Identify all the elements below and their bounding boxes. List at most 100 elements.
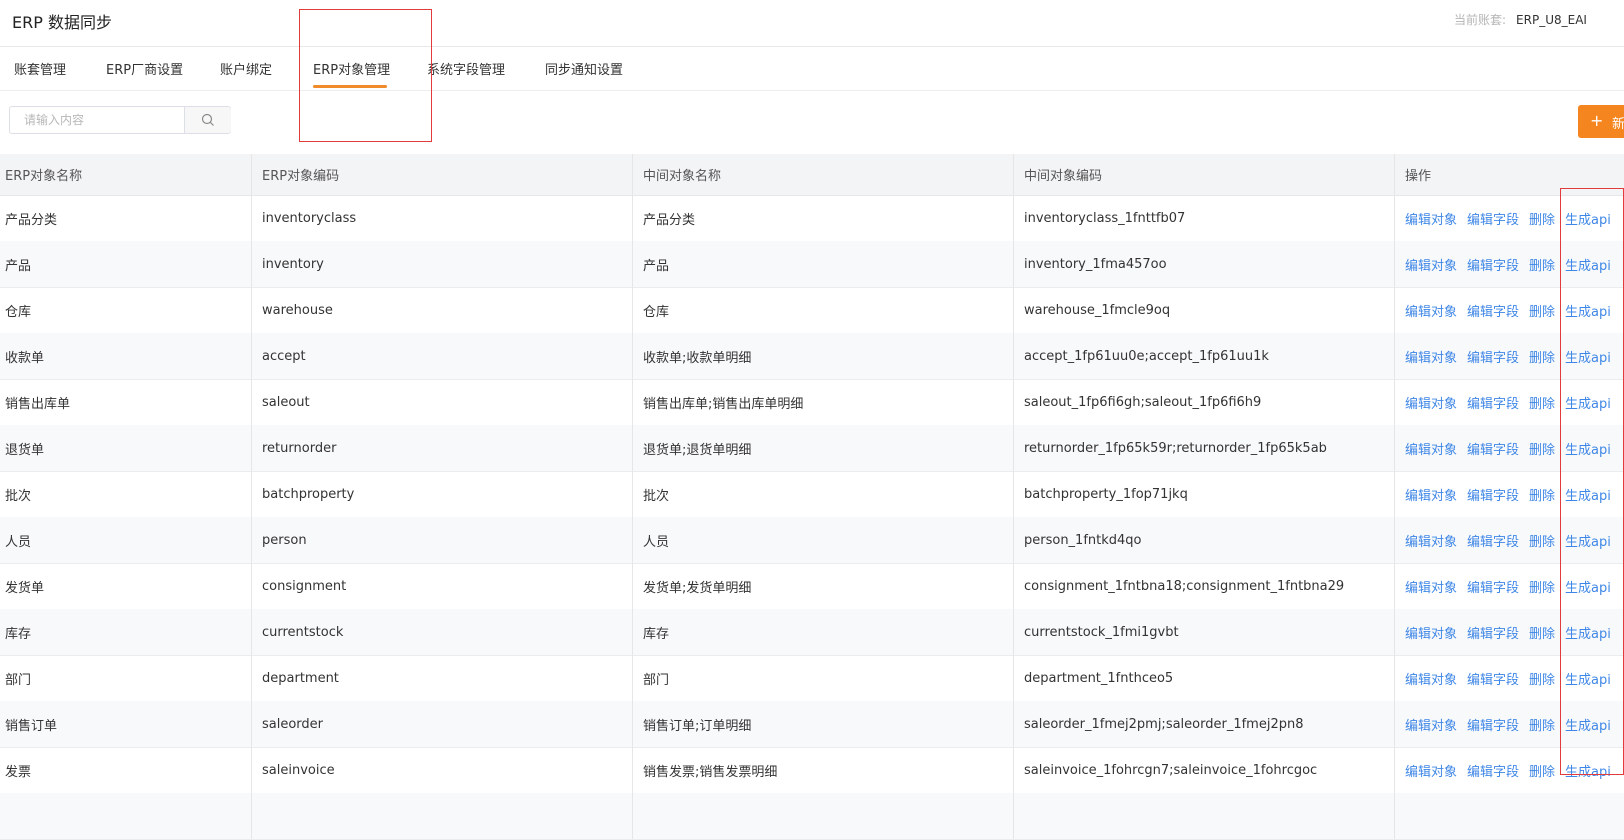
edit-object-link[interactable]: 编辑对象 [1405,531,1457,550]
delete-link[interactable]: 删除 [1529,531,1555,550]
tab-account-sets[interactable]: 账套管理 [14,59,66,78]
table-row: 退货单 returnorder 退货单;退货单明细 returnorder_1fp65… [0,425,1624,472]
generate-api-link[interactable]: 生成api [1565,209,1611,228]
delete-link[interactable]: 删除 [1529,393,1555,412]
edit-object-link[interactable]: 编辑对象 [1405,393,1457,412]
column-header-mid-name: 中间对象名称 [632,154,1013,195]
tab-erp-vendor[interactable]: ERP厂商设置 [106,59,183,78]
edit-fields-link[interactable]: 编辑字段 [1467,577,1519,596]
edit-object-link[interactable]: 编辑对象 [1405,439,1457,458]
tab-erp-objects[interactable]: ERP对象管理 [313,59,390,78]
edit-fields-link[interactable]: 编辑字段 [1467,439,1519,458]
search-icon [201,113,214,126]
table-cell-actions: 编辑对象 编辑字段 删除 生成api [1394,333,1624,379]
table-cell-name: 发货单 [5,580,45,596]
generate-api-link[interactable]: 生成api [1565,531,1611,550]
tab-sync-notifications[interactable]: 同步通知设置 [545,59,623,78]
delete-link[interactable]: 删除 [1529,301,1555,320]
table-cell-name: 产品分类 [5,212,58,228]
table-cell-mid-code: inventoryclass_1fnttfb07 [1013,195,1394,241]
tab-account-binding[interactable]: 账户绑定 [220,59,272,78]
generate-api-link[interactable]: 生成api [1565,347,1611,366]
edit-fields-link[interactable]: 编辑字段 [1467,347,1519,366]
table-cell-mid-name [632,793,1013,839]
table-cell-mid-name: 库存 [632,609,1013,655]
generate-api-link[interactable]: 生成api [1565,623,1611,642]
edit-object-link[interactable]: 编辑对象 [1405,669,1457,688]
edit-object-link[interactable]: 编辑对象 [1405,761,1457,780]
table-cell-name: 销售出库单 [5,396,71,412]
edit-fields-link[interactable]: 编辑字段 [1467,623,1519,642]
delete-link[interactable]: 删除 [1529,439,1555,458]
edit-fields-link[interactable]: 编辑字段 [1467,485,1519,504]
edit-fields-link[interactable]: 编辑字段 [1467,715,1519,734]
table-cell-code: returnorder [251,425,632,471]
edit-object-link[interactable]: 编辑对象 [1405,715,1457,734]
generate-api-link[interactable]: 生成api [1565,439,1611,458]
table-cell-code: department [251,655,632,701]
delete-link[interactable]: 删除 [1529,485,1555,504]
table-cell-code [251,793,632,839]
table-cell-mid-code: consignment_1fntbna18;consignment_1fntbn… [1013,563,1394,609]
tab-system-fields[interactable]: 系统字段管理 [427,59,505,78]
table-cell-name: 库存 [5,626,32,642]
table-cell-name: 人员 [5,534,32,550]
edit-object-link[interactable]: 编辑对象 [1405,301,1457,320]
delete-link[interactable]: 删除 [1529,761,1555,780]
edit-object-link[interactable]: 编辑对象 [1405,255,1457,274]
add-button-label: 新 [1612,117,1624,132]
search-box [9,106,231,134]
edit-object-link[interactable]: 编辑对象 [1405,485,1457,504]
delete-link[interactable]: 删除 [1529,669,1555,688]
table-cell-mid-name: 销售发票;销售发票明细 [632,747,1013,793]
table-cell-actions: 编辑对象 编辑字段 删除 生成api [1394,471,1624,517]
generate-api-link[interactable]: 生成api [1565,761,1611,780]
add-object-button[interactable]: + 新 [1578,105,1624,138]
generate-api-link[interactable]: 生成api [1565,393,1611,412]
delete-link[interactable]: 删除 [1529,623,1555,642]
generate-api-link[interactable]: 生成api [1565,669,1611,688]
delete-link[interactable]: 删除 [1529,577,1555,596]
delete-link[interactable]: 删除 [1529,715,1555,734]
edit-fields-link[interactable]: 编辑字段 [1467,669,1519,688]
table-cell-code: person [251,517,632,563]
edit-fields-link[interactable]: 编辑字段 [1467,301,1519,320]
table-cell-actions: 编辑对象 编辑字段 删除 生成api [1394,609,1624,655]
delete-link[interactable]: 删除 [1529,255,1555,274]
table-cell-name: 发票 [5,764,32,780]
search-button[interactable] [184,107,231,133]
edit-fields-link[interactable]: 编辑字段 [1467,761,1519,780]
table-cell-mid-code: batchproperty_1fop71jkq [1013,471,1394,517]
edit-fields-link[interactable]: 编辑字段 [1467,255,1519,274]
edit-object-link[interactable]: 编辑对象 [1405,209,1457,228]
generate-api-link[interactable]: 生成api [1565,715,1611,734]
edit-object-link[interactable]: 编辑对象 [1405,577,1457,596]
table-cell-mid-code [1013,793,1394,839]
generate-api-link[interactable]: 生成api [1565,485,1611,504]
generate-api-link[interactable]: 生成api [1565,301,1611,320]
edit-fields-link[interactable]: 编辑字段 [1467,531,1519,550]
table-cell-mid-code: warehouse_1fmcle9oq [1013,287,1394,333]
edit-object-link[interactable]: 编辑对象 [1405,623,1457,642]
search-input[interactable] [10,107,184,133]
table-cell-name: 退货单 [5,442,45,458]
edit-fields-link[interactable]: 编辑字段 [1467,393,1519,412]
edit-fields-link[interactable]: 编辑字段 [1467,209,1519,228]
table-cell-mid-code: accept_1fp61uu0e;accept_1fp61uu1k [1013,333,1394,379]
generate-api-link[interactable]: 生成api [1565,577,1611,596]
table-row: 产品分类 inventoryclass 产品分类 inventoryclass_1fn… [0,195,1624,242]
table-cell-mid-name: 部门 [632,655,1013,701]
generate-api-link[interactable]: 生成api [1565,255,1611,274]
current-account: 当前账套: ERP_U8_EAI [1454,11,1624,28]
table-cell-mid-name: 收款单;收款单明细 [632,333,1013,379]
table-cell-code: currentstock [251,609,632,655]
table-cell-mid-code: returnorder_1fp65k59r;returnorder_1fp65k… [1013,425,1394,471]
table-header: ERP对象名称 ERP对象编码 中间对象名称 中间对象编码 操作 [0,154,1624,196]
edit-object-link[interactable]: 编辑对象 [1405,347,1457,366]
table-cell-mid-name: 人员 [632,517,1013,563]
delete-link[interactable]: 删除 [1529,347,1555,366]
table-cell-name: 产品 [5,258,32,274]
delete-link[interactable]: 删除 [1529,209,1555,228]
plus-icon: + [1590,111,1604,130]
table-row [0,793,1624,840]
